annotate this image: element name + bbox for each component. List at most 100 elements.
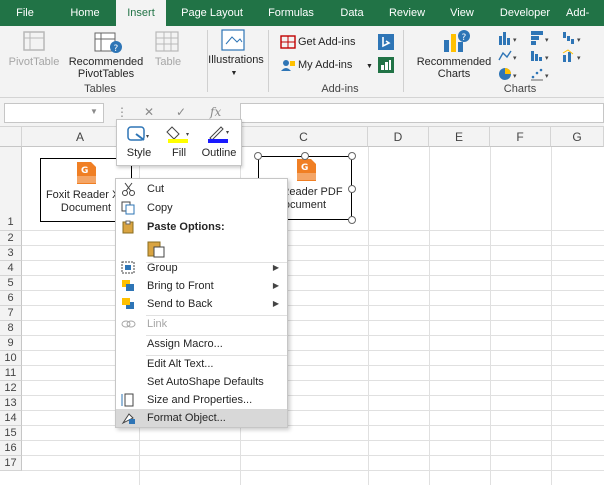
resize-handle[interactable] — [348, 216, 356, 224]
resize-handle[interactable] — [348, 185, 356, 193]
group-separator — [268, 30, 269, 92]
formula-input[interactable] — [240, 103, 604, 123]
more-options-icon: ⋮ — [116, 105, 128, 119]
resize-handle[interactable] — [348, 152, 356, 160]
recommended-charts-button[interactable]: Recommended Charts — [413, 56, 495, 80]
fill-button[interactable]: ▾ Fill — [159, 124, 199, 162]
column-chart-icon[interactable]: ▾ — [498, 30, 522, 49]
row-header-11[interactable]: 11 — [0, 366, 22, 381]
row-header-17[interactable]: 17 — [0, 456, 22, 471]
my-addins-button[interactable]: My Add-ins — [298, 59, 352, 71]
outline-button[interactable]: ▾ Outline — [199, 124, 239, 162]
column-header-d[interactable]: D — [368, 127, 429, 147]
paste-picture-option[interactable] — [116, 237, 287, 261]
statistic-chart-icon[interactable]: ▾ — [530, 48, 554, 67]
insert-function-icon[interactable]: fx — [210, 105, 221, 119]
pivottable-button[interactable]: PivotTable — [4, 56, 64, 68]
row-header-12[interactable]: 12 — [0, 381, 22, 396]
tab-file[interactable]: File — [0, 0, 50, 26]
my-addins-chevron-down-icon[interactable]: ▼ — [366, 61, 373, 73]
row-header-2[interactable]: 2 — [0, 231, 22, 246]
recommended-pivottables-button[interactable]: Recommended PivotTables — [66, 56, 146, 80]
combo-chart-icon[interactable]: ▾ — [562, 48, 586, 67]
bing-icon[interactable] — [378, 34, 394, 53]
tab-page-layout[interactable]: Page Layout — [172, 0, 252, 26]
tab-review[interactable]: Review — [382, 0, 432, 26]
grid-line — [22, 290, 604, 291]
menu-item-copy[interactable]: Copy — [116, 199, 287, 217]
select-all-corner[interactable] — [0, 127, 22, 147]
people-graph-icon[interactable] — [378, 57, 394, 76]
row-header-5[interactable]: 5 — [0, 276, 22, 291]
menu-item-format-object[interactable]: Format Object... — [116, 409, 287, 427]
svg-text:▾: ▾ — [577, 54, 581, 62]
tab-view[interactable]: View — [440, 0, 484, 26]
row-header-3[interactable]: 3 — [0, 246, 22, 261]
column-header-f[interactable]: F — [490, 127, 551, 147]
row-header-16[interactable]: 16 — [0, 441, 22, 456]
get-addins-button[interactable]: Get Add-ins — [298, 36, 355, 48]
illustrations-chevron-down-icon: ▼ — [230, 70, 238, 77]
grid-line — [22, 230, 604, 231]
enter-icon[interactable]: ✓ — [176, 105, 186, 119]
menu-label: Set AutoShape Defaults — [147, 376, 264, 388]
menu-item-size-and-properties[interactable]: Size and Properties... — [116, 391, 287, 409]
tables-group-label: Tables — [84, 83, 116, 95]
column-header-g[interactable]: G — [551, 127, 604, 147]
tab-data[interactable]: Data — [330, 0, 374, 26]
menu-label: Format Object... — [147, 412, 226, 424]
line-chart-icon[interactable]: ▾ — [498, 48, 522, 67]
link-icon — [121, 317, 136, 331]
grid-line — [22, 470, 604, 471]
table-button[interactable]: Table — [148, 56, 188, 68]
row-header-6[interactable]: 6 — [0, 291, 22, 306]
paste-options-header: Paste Options: — [116, 218, 287, 236]
menu-item-link[interactable]: Link — [116, 315, 287, 333]
tab-home[interactable]: Home — [60, 0, 110, 26]
column-header-e[interactable]: E — [429, 127, 490, 147]
menu-item-cut[interactable]: Cut — [116, 180, 287, 198]
svg-text:▾: ▾ — [513, 36, 517, 44]
row-header-14[interactable]: 14 — [0, 411, 22, 426]
submenu-arrow-icon: ▶ — [272, 299, 279, 308]
menu-item-set-autoshape-defaults[interactable]: Set AutoShape Defaults — [116, 373, 287, 391]
menu-item-bring-to-front[interactable]: Bring to Front ▶ — [116, 277, 287, 295]
resize-handle[interactable] — [301, 152, 309, 160]
cancel-icon[interactable]: ✕ — [144, 105, 154, 119]
tab-formulas[interactable]: Formulas — [258, 0, 324, 26]
menu-item-group[interactable]: Group ▶ — [116, 259, 287, 277]
pen-icon: ▾ — [208, 126, 229, 143]
grid-line — [429, 147, 430, 485]
resize-handle[interactable] — [254, 152, 262, 160]
name-box-chevron-down-icon[interactable]: ▼ — [90, 107, 98, 116]
row-header-7[interactable]: 7 — [0, 306, 22, 321]
recommended-charts-icon: ? — [441, 28, 471, 57]
grid-line — [22, 335, 604, 336]
svg-text:G: G — [81, 166, 88, 176]
row-header-10[interactable]: 10 — [0, 351, 22, 366]
menu-item-edit-alt-text[interactable]: Edit Alt Text... — [116, 355, 287, 373]
waterfall-chart-icon[interactable]: ▾ — [562, 30, 586, 49]
bring-to-front-icon — [121, 279, 136, 293]
row-header-13[interactable]: 13 — [0, 396, 22, 411]
grid-line — [22, 275, 604, 276]
outline-label: Outline — [201, 147, 237, 159]
hierarchy-chart-icon[interactable]: ▾ — [530, 30, 554, 49]
style-button[interactable]: ▾ Style — [119, 124, 159, 162]
size-icon — [121, 393, 136, 407]
row-header-8[interactable]: 8 — [0, 321, 22, 336]
row-header-9[interactable]: 9 — [0, 336, 22, 351]
grid-line — [22, 260, 604, 261]
menu-item-assign-macro[interactable]: Assign Macro... — [116, 335, 287, 353]
name-box[interactable] — [4, 103, 104, 123]
row-header-1[interactable]: 1 — [0, 147, 22, 231]
send-to-back-icon — [121, 297, 136, 311]
tab-insert[interactable]: Insert — [116, 0, 166, 26]
tab-developer[interactable]: Developer — [492, 0, 558, 26]
row-header-15[interactable]: 15 — [0, 426, 22, 441]
column-header-c[interactable]: C — [240, 127, 368, 147]
tab-addins[interactable]: Add- — [566, 0, 604, 26]
menu-item-send-to-back[interactable]: Send to Back ▶ — [116, 295, 287, 313]
row-header-4[interactable]: 4 — [0, 261, 22, 276]
illustrations-button[interactable]: Illustrations — [206, 54, 266, 66]
